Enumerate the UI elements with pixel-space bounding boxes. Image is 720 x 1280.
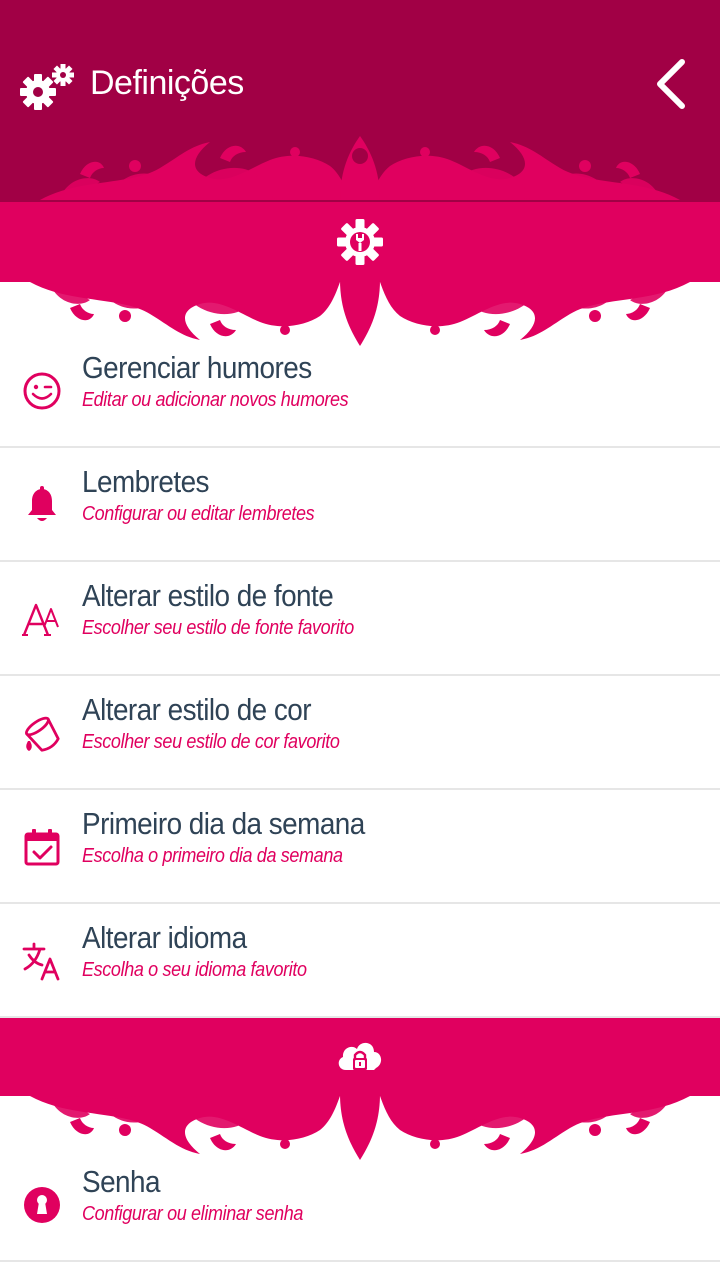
font-style-icon [22,603,59,636]
translate-icon [22,942,60,981]
setting-item-first-day[interactable]: Primeiro dia da semana Escolha o primeir… [0,790,720,904]
setting-item-color-style[interactable]: Alterar estilo de cor Escolher seu estil… [0,676,720,790]
section-band-security [0,1018,720,1096]
setting-item-password[interactable]: Senha Configurar ou eliminar senha [0,1148,720,1262]
paint-bucket-icon [25,716,60,752]
page-title: Definições [90,64,244,102]
bell-icon [28,486,56,521]
settings-list-security: Senha Configurar ou eliminar senha [0,1148,720,1262]
setting-item-font-style[interactable]: Alterar estilo de fonte Escolher seu est… [0,562,720,676]
setting-subtitle: Escolha o primeiro dia da semana [82,845,343,867]
setting-title: Senha [82,1164,161,1199]
setting-item-manage-moods[interactable]: Gerenciar humores Editar ou adicionar no… [0,334,720,448]
section-band-general [0,202,720,282]
setting-subtitle: Escolha o seu idioma favorito [82,959,307,981]
setting-subtitle: Configurar ou editar lembretes [82,503,315,525]
setting-item-language[interactable]: Alterar idioma Escolha o seu idioma favo… [0,904,720,1018]
setting-title: Alterar estilo de cor [82,692,312,727]
setting-title: Alterar idioma [82,920,247,955]
setting-title: Primeiro dia da semana [82,806,365,841]
header-ornament [40,136,680,200]
keyhole-icon [24,1187,60,1223]
setting-title: Gerenciar humores [82,350,312,385]
setting-item-reminders[interactable]: Lembretes Configurar ou editar lembretes [0,448,720,562]
setting-subtitle: Configurar ou eliminar senha [82,1203,304,1225]
smiley-icon [23,372,61,410]
setting-subtitle: Escolher seu estilo de fonte favorito [82,617,354,639]
setting-title: Lembretes [82,464,210,499]
setting-subtitle: Escolher seu estilo de cor favorito [82,731,340,753]
back-button[interactable] [648,56,692,112]
setting-title: Alterar estilo de fonte [82,578,334,613]
gears-icon [20,64,74,110]
settings-list-general: Gerenciar humores Editar ou adicionar no… [0,334,720,1018]
wrench-gear-icon [337,219,383,265]
setting-subtitle: Editar ou adicionar novos humores [82,389,349,411]
calendar-check-icon [24,829,60,866]
cloud-lock-icon [338,1042,382,1070]
